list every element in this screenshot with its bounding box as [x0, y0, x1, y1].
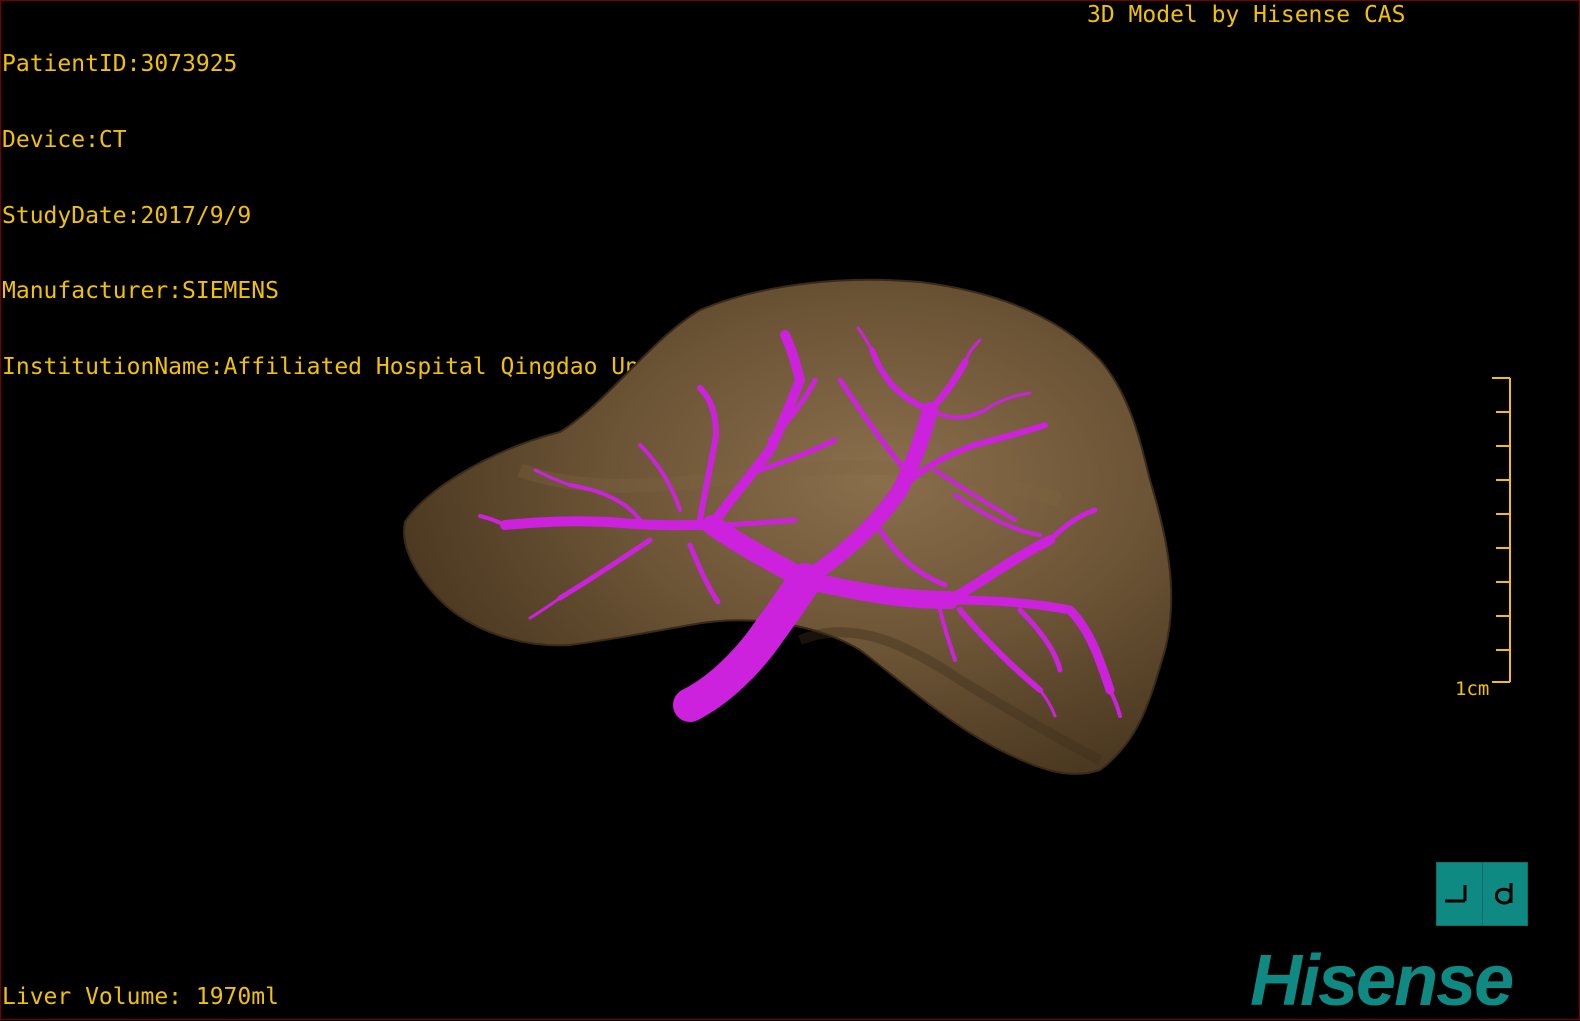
scale-bar	[1492, 377, 1511, 683]
orientation-face-right[interactable]	[1482, 863, 1528, 925]
liver-volume-text: Liver Volume: 1970ml	[2, 984, 279, 1010]
scale-bar-label: 1cm	[1455, 678, 1490, 700]
3d-render-viewport[interactable]	[0, 0, 1580, 1020]
hisense-logo: Hisense	[1250, 941, 1514, 1021]
orientation-right-glyph-icon	[1495, 883, 1513, 905]
orientation-cube-icon[interactable]	[1436, 862, 1528, 926]
orientation-left-glyph-icon	[1445, 885, 1467, 903]
orientation-face-left[interactable]	[1437, 863, 1482, 925]
